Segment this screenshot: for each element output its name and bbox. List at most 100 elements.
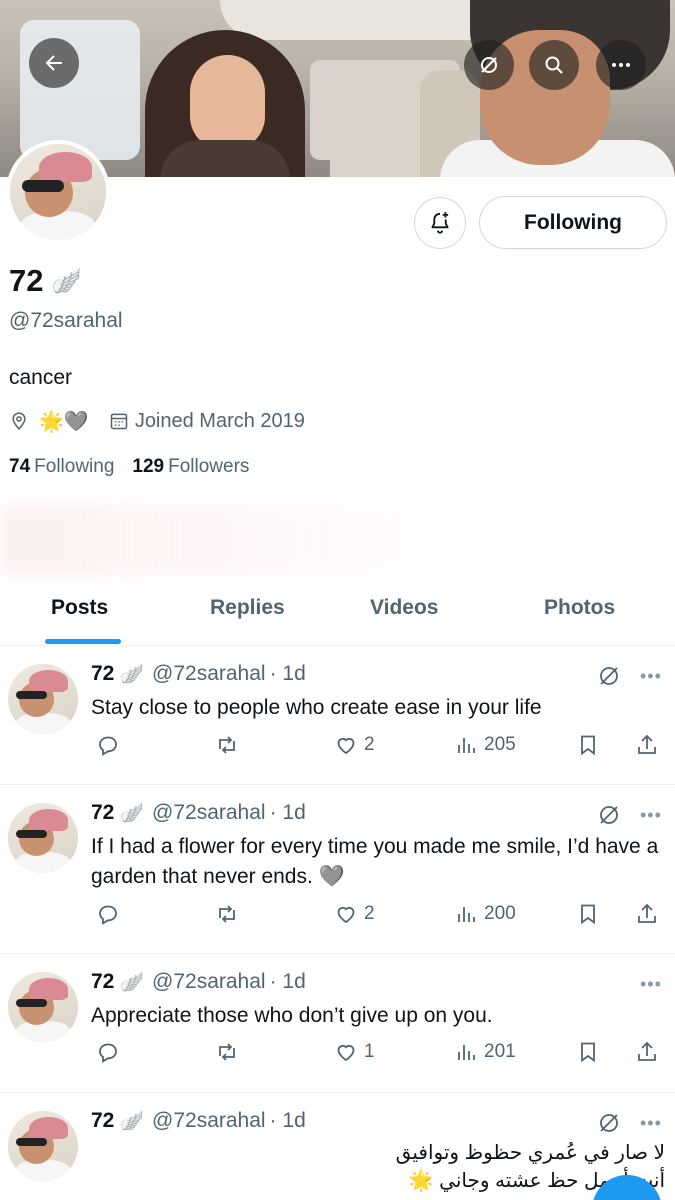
location-text: 🌟🩶 [39,410,89,433]
post-header: 72 🪽 @72sarahal · 1d [91,662,306,686]
followers-count: 129 [132,456,165,477]
repost-icon [219,1043,235,1061]
post-author-name[interactable]: 72 [91,1109,114,1133]
grok-icon[interactable] [597,664,621,688]
reply-button[interactable] [96,733,120,757]
post-author-name[interactable]: 72 [91,801,114,825]
views-count: 200 [484,903,516,924]
views-button[interactable]: 200 [454,902,516,926]
wing-emoji: 🪽 [51,267,82,295]
post-author-handle[interactable]: @72sarahal [152,662,266,686]
post-author-handle[interactable]: @72sarahal [152,1109,266,1133]
bookmark-button[interactable] [576,1040,600,1064]
post-item[interactable]: 72 🪽 @72sarahal · 1d ••• Appreciate thos… [0,954,675,1093]
post-author-name[interactable]: 72 [91,970,114,994]
views-button[interactable]: 205 [454,733,516,757]
post-time: · 1d [269,970,306,993]
bookmark-button[interactable] [576,733,600,757]
following-label: Following [34,456,115,477]
display-name-text: 72 [9,263,44,298]
following-count: 74 [9,456,31,477]
share-button[interactable] [635,902,659,926]
profile-meta: 🌟🩶 Joined March 2019 [9,407,305,435]
grok-icon[interactable] [597,1111,621,1135]
post-time: · 1d [269,662,306,685]
post-author-handle[interactable]: @72sarahal [152,970,266,994]
reply-icon [99,905,117,925]
share-icon [638,903,656,923]
post-avatar[interactable] [8,803,78,873]
notifications-button[interactable] [414,197,466,249]
search-button[interactable] [529,40,579,90]
reply-icon [99,1043,117,1063]
like-count: 2 [364,903,375,924]
more-icon [612,63,630,67]
repost-button[interactable] [215,1040,239,1064]
tab-videos[interactable]: Videos [370,596,438,620]
repost-icon [219,905,235,923]
post-item[interactable]: 72 🪽 @72sarahal · 1d ••• Stay close to p… [0,646,675,785]
post-more-icon[interactable]: ••• [640,666,662,687]
post-author-name[interactable]: 72 [91,662,114,686]
calendar-icon [110,413,128,430]
tab-photos[interactable]: Photos [544,596,615,620]
share-icon [638,1041,656,1061]
profile-avatar[interactable] [6,140,110,244]
post-more-icon[interactable]: ••• [640,805,662,826]
search-icon [545,56,563,74]
tab-replies[interactable]: Replies [210,596,285,620]
post-more-icon[interactable]: ••• [640,974,662,995]
post-author-emoji: 🪽 [120,972,145,993]
tab-posts[interactable]: Posts [51,596,108,620]
post-time: · 1d [269,1109,306,1132]
views-count: 205 [484,734,516,755]
repost-button[interactable] [215,902,239,926]
like-button[interactable]: 2 [334,902,375,926]
post-text: Appreciate those who don’t give up on yo… [91,1004,493,1027]
repost-button[interactable] [215,733,239,757]
share-button[interactable] [635,733,659,757]
heart-icon [337,906,355,924]
post-author-emoji: 🪽 [120,664,145,685]
share-icon [638,734,656,754]
joined-text: Joined March 2019 [134,409,305,432]
follow-stats: 74 Following 129 Followers [9,456,249,478]
post-more-icon[interactable]: ••• [640,1113,662,1134]
back-button[interactable] [29,38,79,88]
share-button[interactable] [635,1040,659,1064]
grok-icon [481,57,497,73]
post-text: Stay close to people who create ease in … [91,696,542,719]
like-count: 1 [364,1041,375,1062]
post-avatar[interactable] [8,664,78,734]
following-button[interactable]: Following [479,196,667,249]
location-pin-icon [9,410,29,432]
like-button[interactable]: 2 [334,733,375,757]
post-author-handle[interactable]: @72sarahal [152,801,266,825]
post-avatar[interactable] [8,972,78,1042]
bookmark-icon [581,904,595,925]
views-count: 201 [484,1041,516,1062]
post-item[interactable]: 72 🪽 @72sarahal · 1d ••• لا صار في عُمري… [0,1093,675,1200]
like-count: 2 [364,734,375,755]
bookmark-icon [581,735,595,756]
reply-button[interactable] [96,902,120,926]
bookmark-button[interactable] [576,902,600,926]
repost-icon [219,736,235,754]
post-avatar[interactable] [8,1111,78,1181]
following-stat[interactable]: 74 Following [9,456,114,478]
reply-button[interactable] [96,1040,120,1064]
views-icon [458,907,475,922]
like-button[interactable]: 1 [334,1040,375,1064]
post-header: 72 🪽 @72sarahal · 1d [91,801,306,825]
post-header: 72 🪽 @72sarahal · 1d [91,1109,306,1133]
reply-icon [99,736,117,756]
heart-icon [337,737,355,755]
views-icon [458,738,475,753]
profile-display-name: 72 🪽 [9,263,81,299]
followers-stat[interactable]: 129 Followers [132,456,249,478]
grok-button[interactable] [464,40,514,90]
views-button[interactable]: 201 [454,1040,516,1064]
grok-icon[interactable] [597,803,621,827]
more-options-button[interactable] [596,40,646,90]
post-item[interactable]: 72 🪽 @72sarahal · 1d ••• If I had a flow… [0,785,675,954]
